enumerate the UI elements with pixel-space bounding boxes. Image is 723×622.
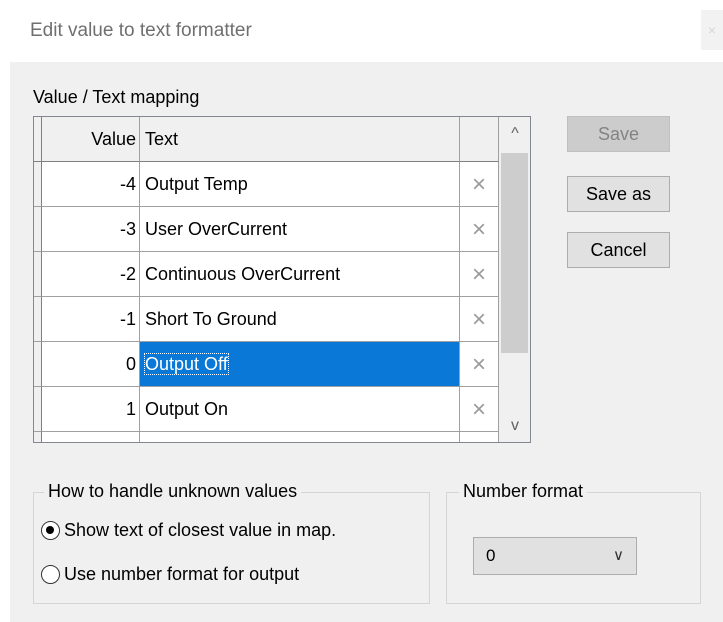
text-cell[interactable]: Continuous OverCurrent (140, 252, 460, 297)
row-header[interactable] (34, 387, 42, 432)
save-as-button[interactable]: Save as (567, 176, 670, 212)
number-format-title: Number format (459, 481, 588, 502)
delete-row-icon[interactable]: × (460, 342, 499, 387)
row-header[interactable] (34, 432, 42, 442)
radio-closest-value[interactable]: Show text of closest value in map. (41, 520, 336, 541)
text-cell[interactable]: Output Temp (140, 162, 460, 207)
close-button[interactable]: × (701, 10, 723, 50)
title-bar: Edit value to text formatter × (0, 0, 723, 62)
delete-row-icon[interactable]: × (460, 387, 499, 432)
number-format-value: 0 (486, 546, 496, 565)
row-header[interactable] (34, 297, 42, 342)
grid-header-row: Value Text (34, 117, 499, 162)
save-button[interactable]: Save (567, 116, 670, 152)
cancel-button[interactable]: Cancel (567, 232, 670, 268)
text-cell[interactable]: User OverCurrent (140, 207, 460, 252)
unknown-values-group (33, 492, 430, 604)
text-cell-content: Continuous OverCurrent (145, 264, 341, 284)
vertical-scrollbar[interactable]: ^ v (499, 117, 530, 442)
row-header-corner (34, 117, 42, 162)
radio-number-label: Use number format for output (64, 564, 300, 584)
value-cell[interactable]: -2 (42, 252, 140, 297)
delete-row-icon[interactable]: × (460, 252, 499, 297)
text-cell-content: Output Off (144, 353, 229, 375)
scroll-down-icon[interactable]: v (499, 409, 530, 442)
row-header[interactable] (34, 207, 42, 252)
radio-closest-label: Show text of closest value in map. (64, 520, 337, 540)
delete-row-icon[interactable]: × (460, 207, 499, 252)
value-cell[interactable]: 0 (42, 342, 140, 387)
text-cell[interactable]: Short To Ground (140, 297, 460, 342)
radio-circle-number[interactable] (41, 565, 60, 584)
row-header[interactable] (34, 252, 42, 297)
table-row[interactable]: 1 Output On × (34, 387, 499, 432)
scroll-thumb[interactable] (501, 153, 528, 353)
table-row[interactable]: 0 Output Off × (34, 342, 499, 387)
chevron-down-icon: ∨ (613, 547, 624, 564)
delete-row-icon[interactable]: × (460, 162, 499, 207)
value-cell[interactable]: 1 (42, 387, 140, 432)
table-row[interactable]: -3 User OverCurrent × (34, 207, 499, 252)
mapping-grid[interactable]: Value Text -4 Output Temp × -3 User OverCurr… (33, 116, 531, 443)
radio-number-format[interactable]: Use number format for output (41, 564, 299, 585)
text-cell-content: Output Temp (145, 174, 248, 194)
value-cell[interactable] (42, 432, 140, 442)
mapping-label: Value / Text mapping (33, 87, 200, 107)
row-header[interactable] (34, 342, 42, 387)
grid-viewport: Value Text -4 Output Temp × -3 User OverCurr… (34, 117, 499, 442)
table-row[interactable]: -4 Output Temp × (34, 162, 499, 207)
text-cell-content: Short To Ground (145, 309, 277, 329)
text-cell-content: Output On (145, 399, 229, 419)
column-header-value[interactable]: Value (42, 117, 140, 162)
delete-row-icon[interactable]: × (460, 297, 499, 342)
value-cell[interactable]: -4 (42, 162, 140, 207)
row-header[interactable] (34, 162, 42, 207)
column-header-delete (460, 117, 499, 162)
unknown-values-title: How to handle unknown values (44, 481, 302, 502)
value-cell[interactable]: -1 (42, 297, 140, 342)
column-header-text[interactable]: Text (140, 117, 460, 162)
text-cell[interactable] (140, 432, 460, 442)
table-row[interactable]: × (34, 432, 499, 442)
window-title: Edit value to text formatter (30, 20, 252, 41)
number-format-dropdown[interactable]: 0 ∨ (473, 537, 637, 575)
radio-circle-closest[interactable] (41, 521, 60, 540)
scroll-up-icon[interactable]: ^ (499, 117, 530, 150)
text-cell[interactable]: Output Off (140, 342, 460, 387)
table-row[interactable]: -2 Continuous OverCurrent × (34, 252, 499, 297)
delete-row-icon[interactable]: × (460, 432, 499, 442)
table-row[interactable]: -1 Short To Ground × (34, 297, 499, 342)
value-cell[interactable]: -3 (42, 207, 140, 252)
text-cell-content: User OverCurrent (145, 219, 288, 239)
text-cell[interactable]: Output On (140, 387, 460, 432)
